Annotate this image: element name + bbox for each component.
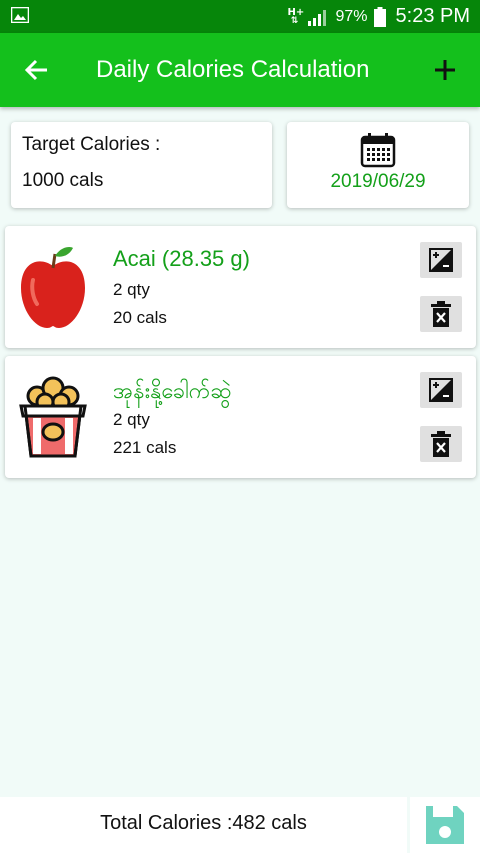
gallery-icon [11,7,29,23]
add-icon[interactable] [428,53,462,87]
battery-icon [373,6,386,27]
date-picker-card[interactable]: 2019/06/29 [287,122,469,208]
edit-icon [429,378,453,402]
target-calories-label: Target Calories : [22,134,161,155]
app-bar: Daily Calories Calculation [0,33,480,107]
save-button[interactable] [410,797,480,853]
food-name: အုန်းနို့ခေါက်ဆွဲ [113,378,232,403]
total-calories-bar: Total Calories :482 cals [0,797,407,853]
food-name: Acai (28.35 g) [113,246,250,271]
calendar-icon [360,133,396,168]
battery-percent: 97% [335,7,368,25]
delete-button[interactable] [420,426,462,462]
delete-button[interactable] [420,296,462,332]
status-bar: H+ ⇅ 97% 5:23 PM [0,0,480,33]
popcorn-icon [19,376,87,458]
target-calories-card[interactable]: Target Calories : 1000 cals [11,122,272,208]
edit-icon [429,248,453,272]
page-title: Daily Calories Calculation [96,56,370,83]
back-arrow-icon[interactable] [20,53,54,87]
food-item: အုန်းနို့ခေါက်ဆွဲ 2 qty 221 cals [5,356,476,478]
apple-icon [21,246,85,328]
edit-button[interactable] [420,372,462,408]
edit-button[interactable] [420,242,462,278]
target-calories-value: 1000 cals [22,170,104,191]
trash-icon [431,301,451,327]
trash-icon [431,431,451,457]
network-type: H+ ⇅ [287,6,305,26]
save-icon [426,806,464,844]
signal-icon [308,9,327,26]
food-cals: 221 cals [113,438,177,457]
clock: 5:23 PM [395,5,470,27]
selected-date: 2019/06/29 [330,171,426,192]
food-qty: 2 qty [113,410,150,429]
total-calories-text: Total Calories :482 cals [100,812,307,834]
food-qty: 2 qty [113,280,150,299]
food-cals: 20 cals [113,308,167,327]
food-item: Acai (28.35 g) 2 qty 20 cals [5,226,476,348]
